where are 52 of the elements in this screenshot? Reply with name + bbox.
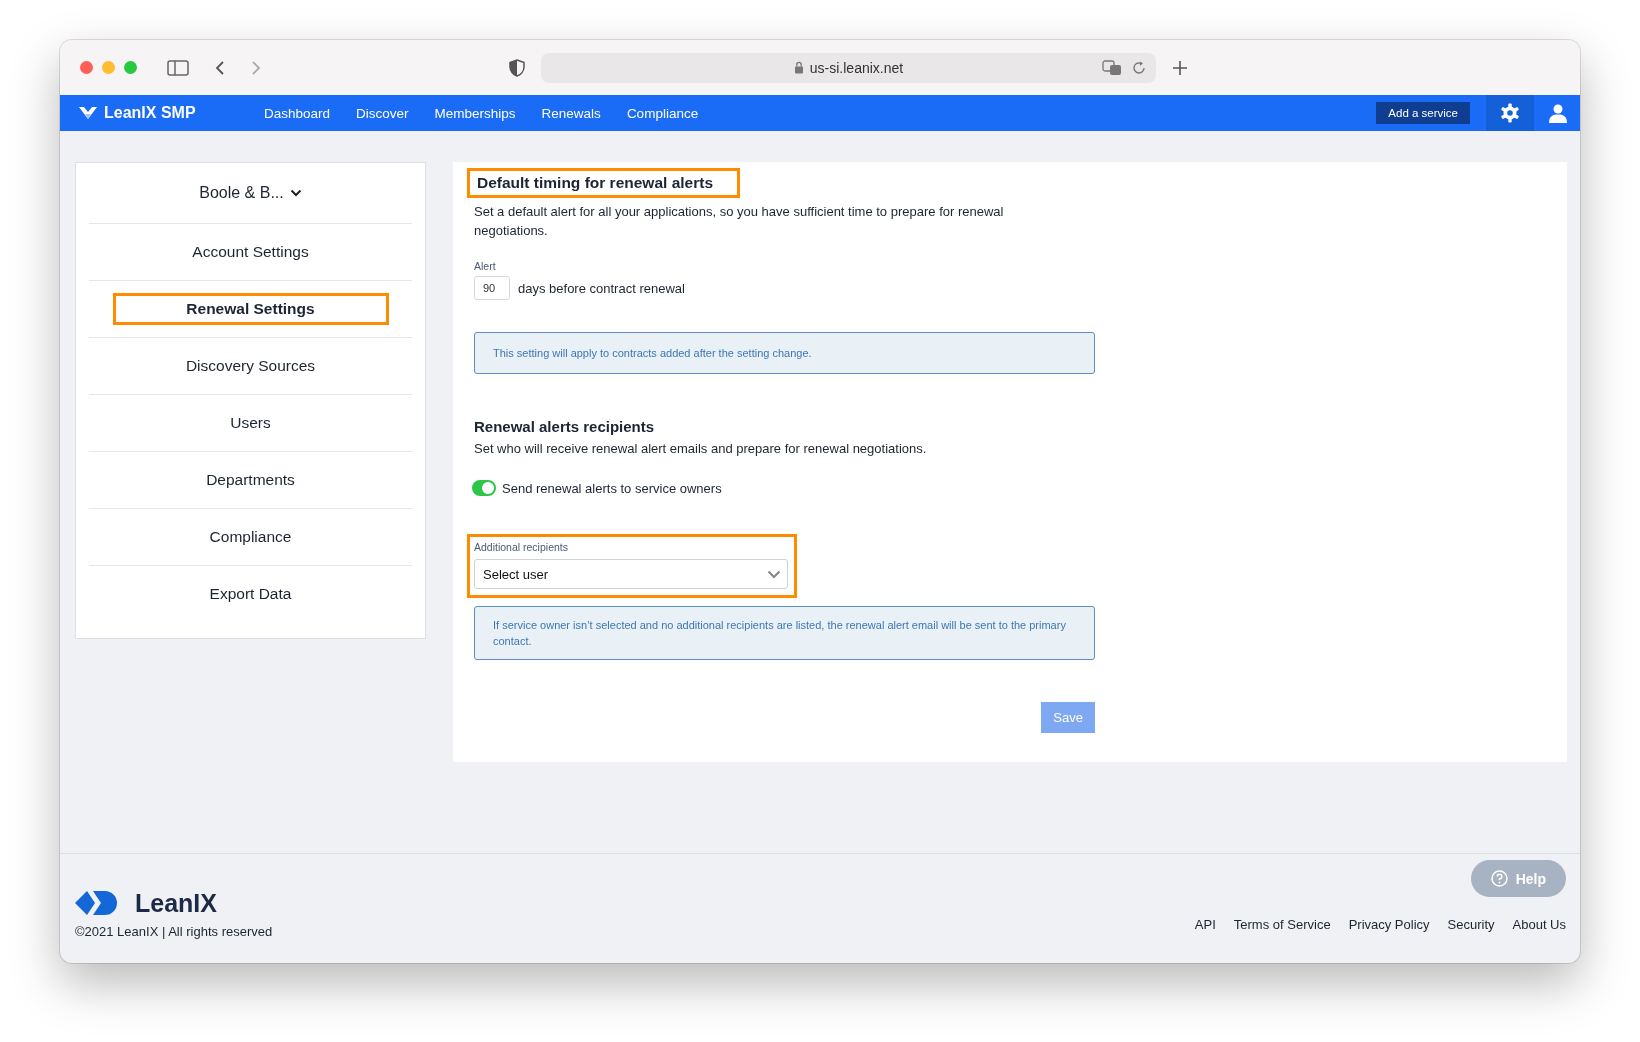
- info-message: If service owner isn’t selected and no additional recipients are listed, the renewal alert email will be sent to the primary contact.: [474, 606, 1095, 660]
- maximize-window-icon[interactable]: [124, 61, 137, 74]
- nav-link[interactable]: Discover: [356, 105, 409, 121]
- field-label: Additional recipients: [474, 541, 569, 553]
- sidebar-item[interactable]: Export Data: [112, 578, 389, 610]
- copyright-text: ©2021 LeanIX | All rights reserved: [75, 924, 273, 939]
- logo-icon: [78, 105, 98, 121]
- sidebar-icon[interactable]: [167, 59, 189, 76]
- toggle-switch[interactable]: [472, 480, 496, 496]
- reload-icon[interactable]: [1132, 60, 1146, 75]
- nav-link[interactable]: Memberships: [434, 105, 516, 121]
- sidebar-item[interactable]: Renewal Settings: [112, 293, 389, 325]
- account-dropdown[interactable]: Boole & B...: [89, 163, 412, 224]
- user-icon[interactable]: [1548, 103, 1568, 123]
- section-description: Set who will receive renewal alert emails and prepare for renewal negotiations.: [474, 440, 928, 458]
- brand-name[interactable]: LeanIX SMP: [104, 104, 196, 122]
- settings-button[interactable]: [1486, 95, 1534, 131]
- section-description: Set a default alert for all your applications, so you have sufficient time to prepare for renewal negotiations.: [474, 203, 1005, 240]
- back-icon[interactable]: [215, 59, 225, 76]
- new-tab-icon[interactable]: [1172, 59, 1188, 76]
- add-service-button[interactable]: Add a service: [1376, 102, 1470, 124]
- footer-link[interactable]: About Us: [1512, 917, 1566, 932]
- section-title: Renewal alerts recipients: [474, 418, 656, 435]
- footer-link[interactable]: Terms of Service: [1233, 917, 1331, 932]
- footer-link[interactable]: Security: [1447, 917, 1495, 932]
- lock-icon: [793, 61, 804, 74]
- address-bar[interactable]: us-si.leanix.net: [541, 52, 1156, 83]
- toggle-label: Send renewal alerts to service owners: [502, 480, 722, 496]
- forward-icon[interactable]: [251, 59, 261, 76]
- footer-link[interactable]: Privacy Policy: [1348, 917, 1430, 932]
- section-title: Default timing for renewal alerts: [467, 168, 740, 198]
- sidebar-item[interactable]: Departments: [112, 464, 389, 496]
- user-select[interactable]: Select user: [474, 559, 788, 589]
- footer-logo-text: LeanIX: [135, 888, 217, 918]
- sidebar-item[interactable]: Discovery Sources: [112, 350, 389, 382]
- shield-icon[interactable]: [509, 58, 525, 77]
- question-icon: [1490, 870, 1508, 887]
- field-label: Alert: [474, 260, 497, 272]
- chevron-down-icon: [767, 569, 781, 579]
- sidebar-item[interactable]: Account Settings: [112, 236, 389, 268]
- nav-link[interactable]: Dashboard: [264, 105, 331, 121]
- sidebar-item[interactable]: Compliance: [112, 521, 389, 553]
- chevron-down-icon: [289, 189, 302, 197]
- nav-link[interactable]: Renewals: [541, 105, 601, 121]
- settings-icon: [1500, 103, 1520, 123]
- nav-link[interactable]: Compliance: [626, 105, 699, 121]
- info-message: This setting will apply to contracts added after the setting change.: [474, 332, 1095, 374]
- close-window-icon[interactable]: [80, 61, 93, 74]
- days-input[interactable]: 90: [474, 276, 510, 300]
- sidebar-item[interactable]: Users: [112, 407, 389, 439]
- footer-link[interactable]: API: [1194, 917, 1216, 932]
- field-suffix: days before contract renewal: [518, 280, 685, 296]
